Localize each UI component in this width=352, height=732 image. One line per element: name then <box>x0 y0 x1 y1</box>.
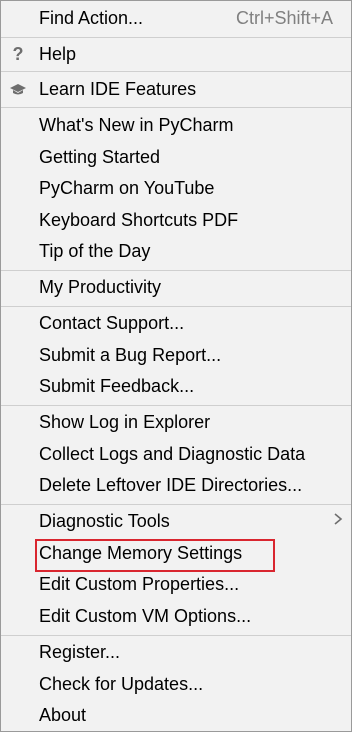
menu-item-diagnostic-tools[interactable]: Diagnostic Tools <box>1 506 351 537</box>
menu-item-edit-custom-properties[interactable]: Edit Custom Properties... <box>1 569 351 600</box>
menu-item-show-log[interactable]: Show Log in Explorer <box>1 407 351 438</box>
menu-item-about[interactable]: About <box>1 700 351 731</box>
highlight-box <box>35 539 275 572</box>
menu-item-help[interactable]: ? Help <box>1 39 351 70</box>
menu-item-label: Edit Custom Properties... <box>39 574 240 594</box>
menu-item-label: What's New in PyCharm <box>39 115 234 135</box>
menu-item-label: Check for Updates... <box>39 674 204 694</box>
question-icon: ? <box>12 44 24 64</box>
menu-item-tip-of-the-day[interactable]: Tip of the Day <box>1 236 351 267</box>
menu-item-my-productivity[interactable]: My Productivity <box>1 272 351 303</box>
menu-item-check-for-updates[interactable]: Check for Updates... <box>1 669 351 700</box>
separator <box>1 306 351 307</box>
separator <box>1 71 351 72</box>
menu-item-edit-custom-vm-options[interactable]: Edit Custom VM Options... <box>1 601 351 632</box>
menu-item-label: Collect Logs and Diagnostic Data <box>39 444 306 464</box>
menu-item-submit-bug-report[interactable]: Submit a Bug Report... <box>1 340 351 371</box>
help-menu: Find Action... Ctrl+Shift+A ? Help Learn… <box>0 0 352 732</box>
menu-item-label: Diagnostic Tools <box>39 511 170 531</box>
menu-item-label: Submit a Bug Report... <box>39 345 222 365</box>
menu-item-collect-logs[interactable]: Collect Logs and Diagnostic Data <box>1 439 351 470</box>
menu-item-label: Find Action... <box>39 8 144 28</box>
menu-item-learn-ide-features[interactable]: Learn IDE Features <box>1 74 351 105</box>
menu-item-label: Register... <box>39 642 121 662</box>
menu-item-label: Show Log in Explorer <box>39 412 211 432</box>
menu-item-label: About <box>39 705 87 725</box>
menu-item-label: Delete Leftover IDE Directories... <box>39 475 303 495</box>
menu-item-label: Edit Custom VM Options... <box>39 606 252 626</box>
separator <box>1 37 351 38</box>
menu-item-delete-leftover[interactable]: Delete Leftover IDE Directories... <box>1 470 351 501</box>
menu-item-label: Submit Feedback... <box>39 376 195 396</box>
separator <box>1 405 351 406</box>
menu-item-label: My Productivity <box>39 277 162 297</box>
menu-item-whats-new[interactable]: What's New in PyCharm <box>1 110 351 141</box>
menu-item-find-action[interactable]: Find Action... Ctrl+Shift+A <box>1 3 351 34</box>
shortcut-label: Ctrl+Shift+A <box>235 8 333 28</box>
separator <box>1 504 351 505</box>
menu-item-keyboard-shortcuts-pdf[interactable]: Keyboard Shortcuts PDF <box>1 205 351 236</box>
menu-item-submit-feedback[interactable]: Submit Feedback... <box>1 371 351 402</box>
menu-item-label: Contact Support... <box>39 313 185 333</box>
separator <box>1 635 351 636</box>
menu-item-label: Tip of the Day <box>39 241 151 261</box>
menu-item-contact-support[interactable]: Contact Support... <box>1 308 351 339</box>
menu-item-label: Keyboard Shortcuts PDF <box>39 210 239 230</box>
separator <box>1 270 351 271</box>
separator <box>1 107 351 108</box>
menu-item-register[interactable]: Register... <box>1 637 351 668</box>
graduation-cap-icon <box>8 80 28 100</box>
menu-item-pycharm-youtube[interactable]: PyCharm on YouTube <box>1 173 351 204</box>
menu-item-label: Help <box>39 44 77 64</box>
menu-item-label: PyCharm on YouTube <box>39 178 215 198</box>
chevron-right-icon <box>333 512 343 531</box>
menu-item-label: Getting Started <box>39 147 161 167</box>
menu-item-label: Learn IDE Features <box>39 79 197 99</box>
menu-item-getting-started[interactable]: Getting Started <box>1 142 351 173</box>
